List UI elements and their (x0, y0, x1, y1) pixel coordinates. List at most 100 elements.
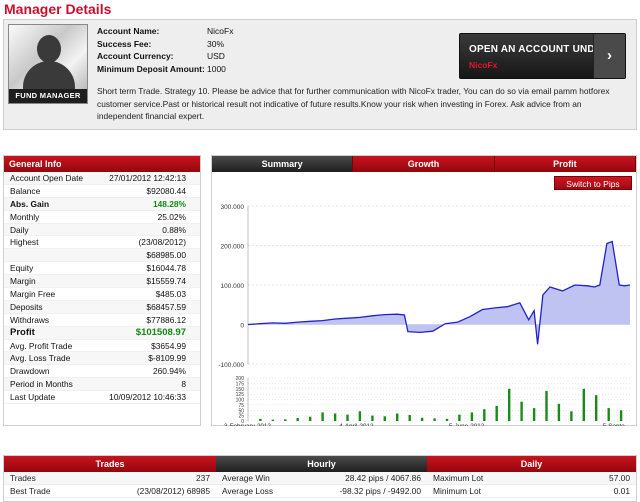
volume-bar (595, 395, 598, 421)
stat-label: Best Trade (10, 486, 51, 496)
open-account-button[interactable]: OPEN AN ACCOUNT UNDER NicoFx › (459, 33, 626, 79)
volume-bar (346, 414, 349, 421)
info-row: $68985.00 (4, 249, 200, 263)
daily-column: Daily Maximum Lot 57.00 Minimum Lot 0.01 (427, 456, 636, 502)
volume-bar (619, 410, 623, 422)
stat-row: Average Loss -98.32 pips / -9492.00 (216, 485, 427, 498)
info-label: Deposits (10, 301, 43, 312)
info-value: $15559.74 (146, 276, 186, 287)
info-row: Monthly 25.02% (4, 211, 200, 224)
page-title: Manager Details (4, 1, 112, 17)
info-value: $68457.59 (146, 301, 186, 312)
area-series-fill (248, 241, 630, 345)
stat-label: Maximum Lot (433, 473, 484, 483)
volume-bar (582, 388, 585, 422)
chart-tabs: Summary Growth Profit (212, 156, 636, 172)
chevron-right-icon: › (593, 34, 625, 78)
stat-value: -98.32 pips / -9492.00 (339, 486, 421, 496)
detail-value: 30% (207, 38, 225, 49)
stat-row: Best Trade (23/08/2012) 68985 (4, 485, 216, 498)
detail-label: Minimum Deposit Amount: (97, 63, 205, 74)
hourly-header: Hourly (216, 456, 427, 472)
stat-value: 57.00 (609, 473, 630, 483)
volume-bar (284, 419, 287, 421)
volume-bar (520, 401, 523, 421)
info-label: Balance (10, 185, 41, 196)
area-y-tick-label: -100.000 (218, 362, 244, 369)
trades-header: Trades (4, 456, 216, 472)
manager-details: Account Name: NicoFx Success Fee: 30% Ac… (97, 25, 233, 75)
info-label: Drawdown (10, 366, 50, 377)
detail-success-fee: Success Fee: 30% (97, 38, 233, 51)
detail-label: Account Name: (97, 26, 160, 36)
area-y-tick-label: 100.000 (221, 283, 245, 290)
avatar-label: FUND MANAGER (9, 89, 87, 103)
bar-y-tick-label: 25 (238, 414, 244, 420)
stat-value: (23/08/2012) 68985 (136, 486, 210, 496)
tab-growth[interactable]: Growth (353, 156, 495, 172)
daily-header: Daily (427, 456, 636, 472)
stat-label: Average Win (222, 473, 270, 483)
volume-bar (321, 412, 324, 421)
info-label: Last Update (10, 392, 56, 403)
manager-description: Short term Trade. Strategy 10. Please be… (97, 86, 610, 121)
fund-manager-avatar: FUND MANAGER (8, 24, 88, 104)
info-value: 10/09/2012 10:46:33 (109, 392, 186, 403)
detail-label: Account Currency: (97, 51, 174, 61)
x-tick-label: 4-April-2012 (339, 423, 374, 426)
bar-y-tick-label: 175 (236, 381, 245, 387)
stat-value: 237 (196, 473, 210, 483)
info-row: Account Open Date 27/01/2012 12:42:13 (4, 172, 200, 185)
info-label: Avg. Profit Trade (10, 340, 73, 351)
info-label: Withdraws (10, 314, 50, 325)
volume-bar (333, 413, 337, 421)
bar-y-tick-label: 200 (236, 376, 245, 382)
detail-value: USD (207, 51, 225, 61)
volume-bar (433, 418, 436, 421)
person-head-icon (37, 35, 61, 63)
info-row: Withdraws $77886.12 (4, 314, 200, 327)
volume-bar (259, 418, 262, 421)
info-label: Highest (10, 237, 39, 248)
bottom-stats: Trades Trades 237 Best Trade (23/08/2012) … (3, 455, 637, 502)
manager-panel: FUND MANAGER Account Name: NicoFx Succes… (3, 19, 637, 130)
info-label: Abs. Gain (10, 198, 50, 209)
info-row: Highest (23/08/2012) (4, 236, 200, 250)
stat-row: Minimum Lot 0.01 (427, 485, 636, 498)
info-row: Margin Free $485.03 (4, 288, 200, 301)
trades-column: Trades Trades 237 Best Trade (23/08/2012) … (4, 456, 216, 502)
tab-profit[interactable]: Profit (494, 156, 636, 172)
info-value: $3654.99 (151, 340, 186, 351)
detail-account-name: Account Name: NicoFx (97, 25, 233, 38)
info-value: 27/01/2012 12:42:13 (109, 173, 186, 183)
volume-bar (557, 403, 561, 421)
bar-y-tick-label: 150 (236, 387, 245, 393)
info-value: 148.28% (152, 198, 186, 209)
info-label: Daily (10, 224, 29, 235)
info-value: 260.94% (152, 366, 186, 377)
chart-panel: Summary Growth Profit Switch to Pips -10… (211, 155, 637, 426)
info-label: Equity (10, 263, 34, 274)
volume-bar (470, 412, 474, 421)
info-label: Account Open Date (10, 173, 84, 183)
info-row: Last Update 10/09/2012 10:46:33 (4, 391, 200, 405)
info-label: Margin Free (10, 289, 56, 300)
tab-summary[interactable]: Summary (212, 156, 354, 172)
stat-label: Trades (10, 473, 36, 483)
x-tick-label: 3-February-2012 (224, 423, 271, 426)
info-value: $-8109.99 (148, 353, 186, 364)
stat-value: 0.01 (613, 486, 630, 496)
stat-label: Minimum Lot (433, 486, 481, 496)
info-value: 8 (181, 379, 186, 390)
volume-bar (545, 390, 548, 421)
volume-bar (383, 416, 386, 421)
bar-y-tick-label: 50 (238, 408, 244, 414)
info-row: Balance $92080.44 (4, 185, 200, 198)
stat-row: Average Win 28.42 pips / 4067.86 (216, 472, 427, 485)
switch-to-pips-button[interactable]: Switch to Pips (554, 176, 632, 190)
area-y-tick-label: 0 (240, 323, 244, 330)
detail-label: Success Fee: (97, 38, 152, 49)
volume-bar (508, 388, 511, 422)
x-tick-label: 5-Septe... (603, 423, 631, 426)
info-label: Monthly (10, 211, 40, 222)
